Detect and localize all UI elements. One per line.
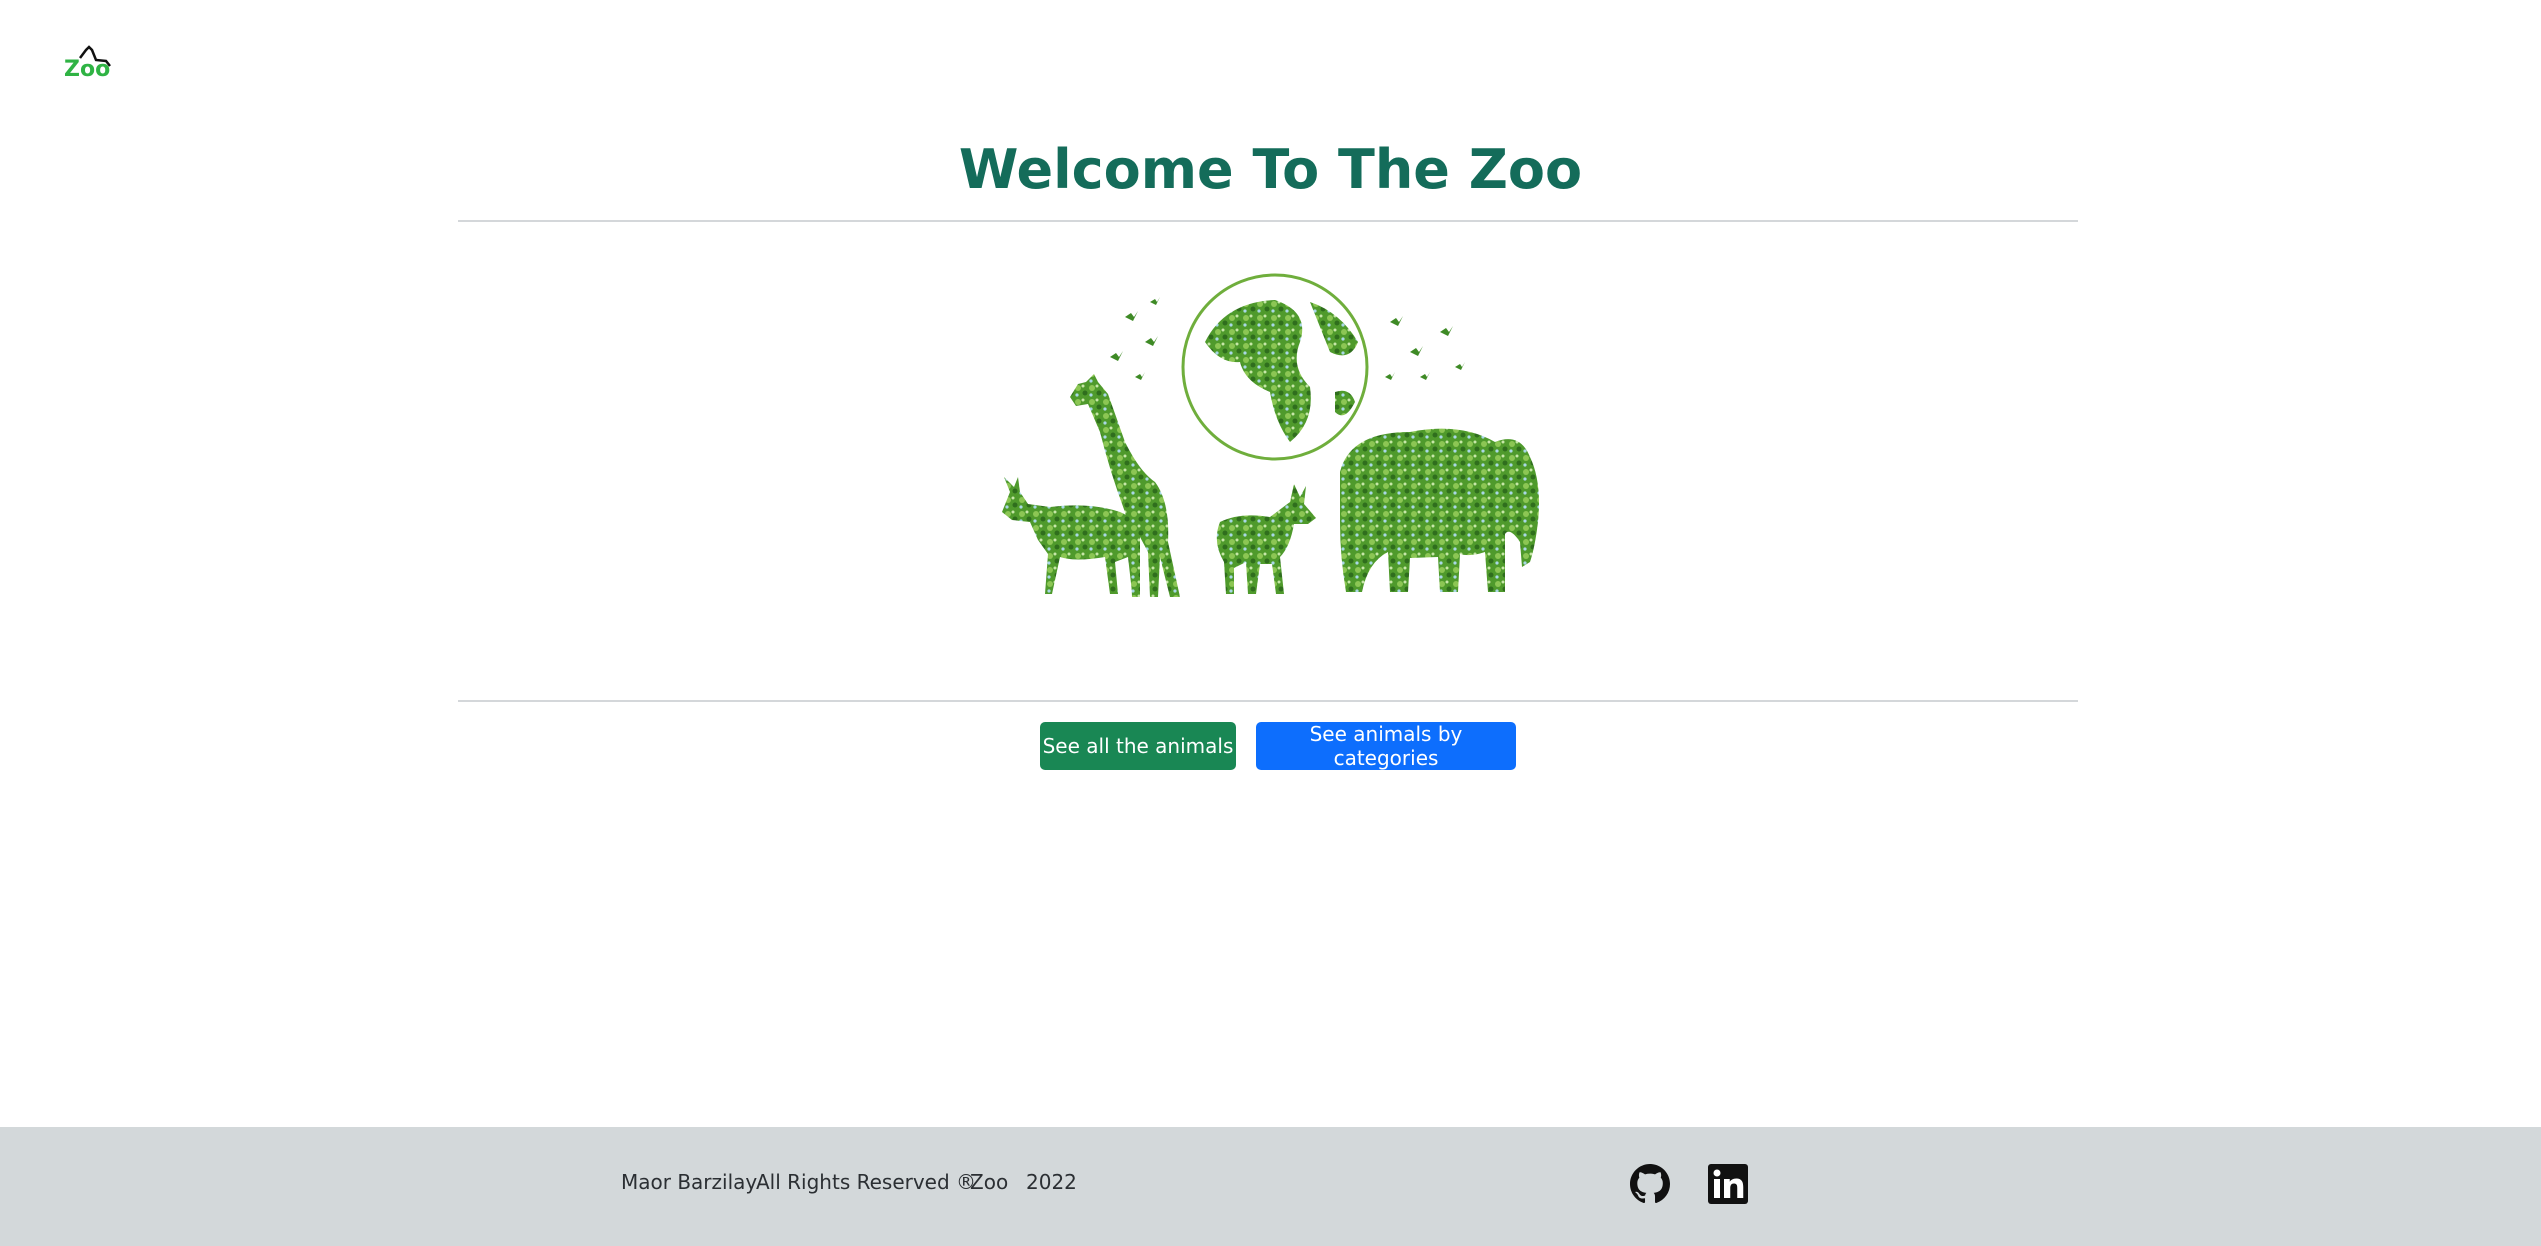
see-all-animals-button[interactable]: See all the animals [1040, 722, 1236, 770]
footer-author: Maor Barzilay [621, 1170, 758, 1194]
zoo-logo[interactable]: Zoo [62, 44, 130, 80]
github-icon[interactable] [1630, 1164, 1670, 1204]
bottom-divider [458, 700, 2078, 702]
see-animals-by-categories-button[interactable]: See animals by categories [1256, 722, 1516, 770]
antelope-icon [1216, 484, 1316, 594]
page-title: Welcome To The Zoo [958, 138, 1583, 201]
footer-site: Zoo [970, 1170, 1009, 1194]
giraffe-icon [1070, 374, 1180, 597]
elephant-icon [1340, 428, 1539, 592]
hero-illustration [1002, 273, 1539, 597]
footer [0, 1127, 2541, 1246]
footer-year: 2022 [1026, 1170, 1077, 1194]
top-divider [458, 220, 2078, 222]
linkedin-icon[interactable] [1708, 1164, 1748, 1204]
logo-text: Zoo [64, 57, 110, 80]
globe-icon [1181, 273, 1369, 461]
footer-rights: All Rights Reserved ® [756, 1170, 977, 1194]
